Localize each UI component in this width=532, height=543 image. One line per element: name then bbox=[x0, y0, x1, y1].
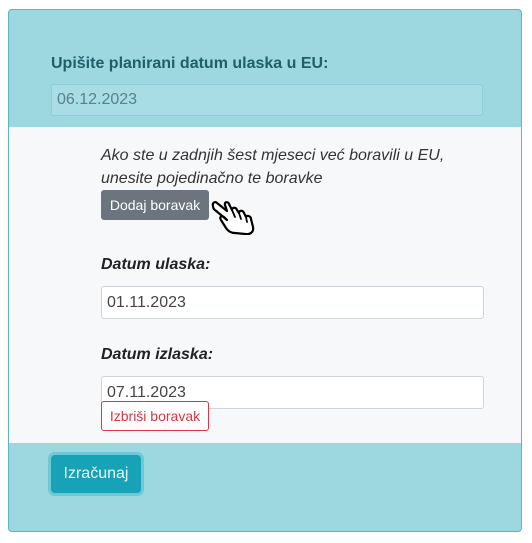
delete-stay-button[interactable]: Izbriši boravak bbox=[101, 401, 209, 431]
calculate-button[interactable]: Izračunaj bbox=[51, 455, 141, 493]
stay-exit-label: Datum izlaska: bbox=[101, 346, 214, 363]
stay-entry-date-input[interactable]: 01.11.2023 bbox=[101, 286, 484, 319]
pointing-hand-icon bbox=[211, 201, 255, 235]
stay-entry-label: Datum ulaska: bbox=[101, 256, 211, 273]
actions-section: Izračunaj bbox=[9, 443, 521, 531]
planned-entry-section: Upišite planirani datum ulaska u EU: 06.… bbox=[9, 10, 521, 127]
calculator-panel: Upišite planirani datum ulaska u EU: 06.… bbox=[8, 9, 522, 532]
planned-entry-label: Upišite planirani datum ulaska u EU: bbox=[51, 55, 329, 72]
previous-stays-section: Ako ste u zadnjih šest mjeseci već borav… bbox=[9, 127, 521, 443]
previous-stays-hint: Ako ste u zadnjih šest mjeseci već borav… bbox=[101, 147, 445, 187]
add-stay-button[interactable]: Dodaj boravak bbox=[101, 190, 209, 220]
planned-entry-date-input[interactable]: 06.12.2023 bbox=[51, 84, 483, 116]
